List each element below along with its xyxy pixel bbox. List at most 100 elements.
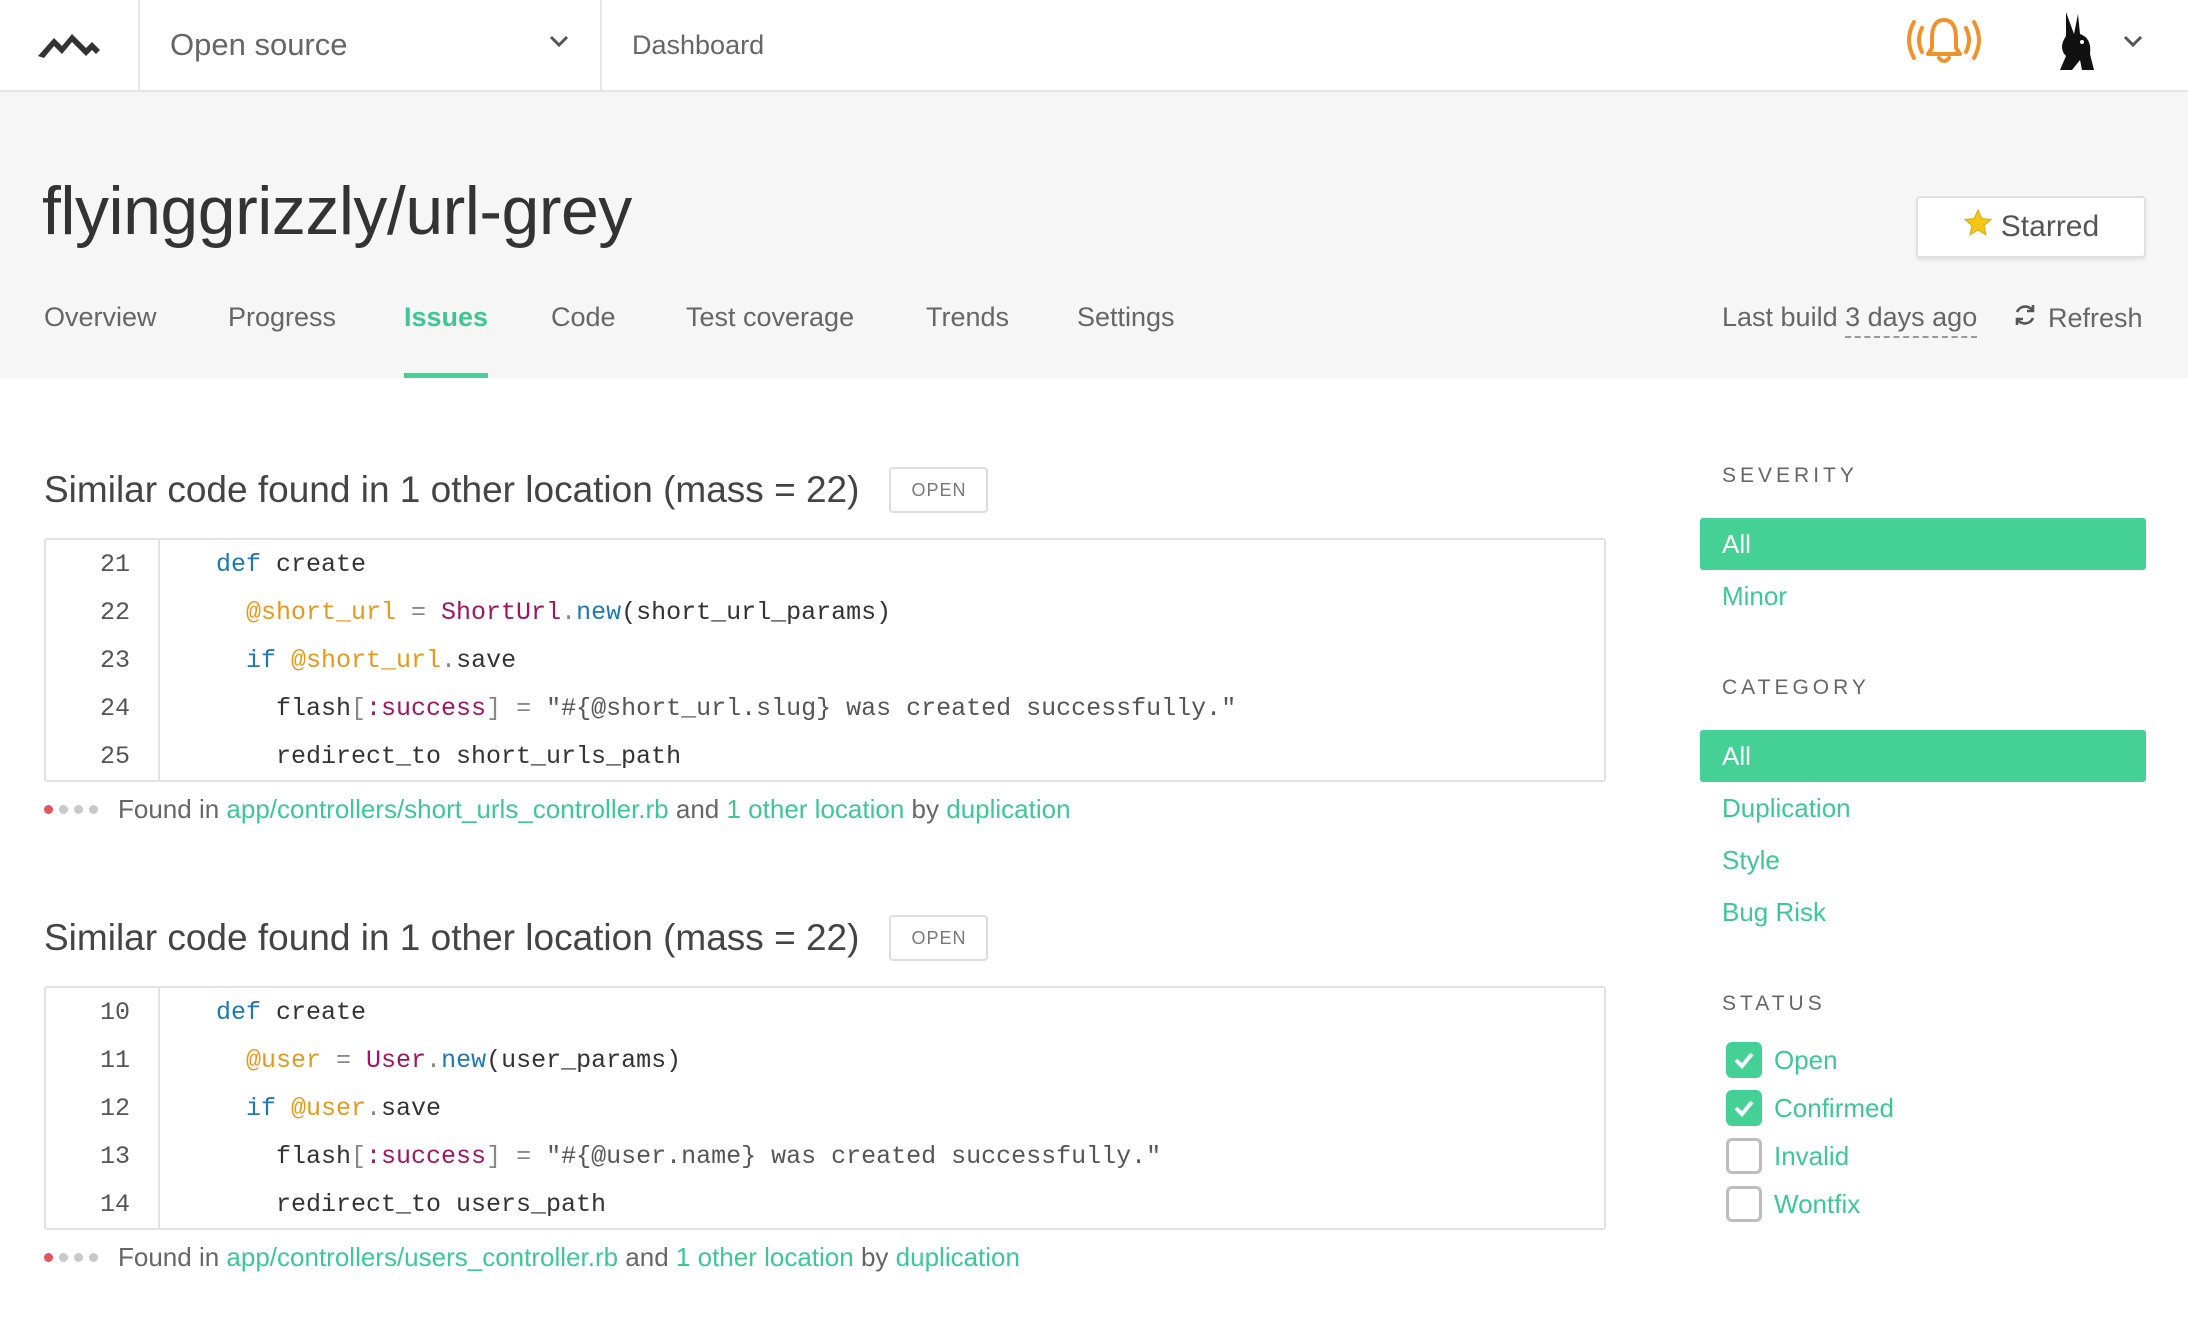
severity-filter-minor[interactable]: Minor xyxy=(1700,570,2146,622)
line-number-gutter: 21 22 23 24 25 xyxy=(46,540,160,780)
line-number: 12 xyxy=(99,1094,130,1123)
code-operator: ] = xyxy=(486,1142,547,1171)
status-label: Wontfix xyxy=(1774,1188,1861,1219)
file-link[interactable]: app/controllers/short_urls_controller.rb xyxy=(226,794,668,825)
user-menu-chevron-icon[interactable] xyxy=(2122,30,2144,57)
code-class: User xyxy=(366,1046,427,1075)
found-in-label: Found in xyxy=(118,794,220,824)
other-location-link[interactable]: 1 other location xyxy=(676,1242,854,1273)
code-snippet: 21 22 23 24 25 def create @short_url = S… xyxy=(44,538,1606,782)
code-snippet: 10 11 12 13 14 def create @user = User.n… xyxy=(44,986,1606,1230)
category-filter-duplication[interactable]: Duplication xyxy=(1700,782,2146,834)
category-filter-bug-risk[interactable]: Bug Risk xyxy=(1700,886,2146,938)
organization-select[interactable]: Open source xyxy=(140,0,602,90)
status-heading: STATUS xyxy=(1722,992,1826,1015)
code-text: create xyxy=(261,998,367,1027)
code-line: flash[:success] = "#{@short_url.slug} wa… xyxy=(276,694,1236,723)
last-build: Last build 3 days ago xyxy=(1722,302,1978,338)
line-number: 23 xyxy=(99,646,130,675)
tab-test-coverage[interactable]: Test coverage xyxy=(686,292,854,378)
tab-trends[interactable]: Trends xyxy=(926,292,1009,378)
category-link[interactable]: duplication xyxy=(896,1242,1020,1273)
code-symbol: :success xyxy=(366,694,487,723)
found-in-label: Found in xyxy=(118,1242,220,1272)
code-operator: ] = xyxy=(486,694,547,723)
code-symbol: :success xyxy=(366,1142,487,1171)
code-text: (short_url_params) xyxy=(621,598,892,627)
check-icon xyxy=(1734,1052,1754,1069)
category-link[interactable]: duplication xyxy=(946,794,1070,825)
code-line: redirect_to short_urls_path xyxy=(276,742,681,771)
checkbox-unchecked[interactable] xyxy=(1726,1186,1762,1222)
line-number: 24 xyxy=(99,694,130,723)
tab-settings[interactable]: Settings xyxy=(1077,292,1175,378)
code-dot: . xyxy=(561,598,577,627)
repo-tabs: Overview Progress Issues Code Test cover… xyxy=(0,292,1300,378)
status-filter-wontfix[interactable]: Wontfix xyxy=(1726,1186,1860,1222)
code-operator: = xyxy=(396,598,442,627)
dashboard-link[interactable]: Dashboard xyxy=(632,0,764,90)
logo-icon[interactable] xyxy=(0,0,140,90)
line-number: 13 xyxy=(99,1142,130,1171)
tab-issues[interactable]: Issues xyxy=(404,292,489,378)
severity-dot xyxy=(44,1253,53,1262)
code-string: "#{@short_url.slug} was created successf… xyxy=(546,694,1237,723)
issue-card: Similar code found in 1 other location (… xyxy=(44,912,1606,1272)
tab-overview[interactable]: Overview xyxy=(44,292,157,378)
severity-dot xyxy=(74,805,83,814)
tab-code[interactable]: Code xyxy=(551,292,616,378)
checkbox-unchecked[interactable] xyxy=(1726,1138,1762,1174)
issue-title-text: Similar code found in 1 other location (… xyxy=(44,469,860,510)
status-filter-open[interactable]: Open xyxy=(1726,1042,1838,1078)
issue-title[interactable]: Similar code found in 1 other location (… xyxy=(44,464,1606,516)
status-label: Invalid xyxy=(1774,1140,1850,1171)
line-number-gutter: 10 11 12 13 14 xyxy=(46,988,160,1228)
severity-dot xyxy=(59,1253,68,1262)
code-method: new xyxy=(441,1046,487,1075)
last-build-label: Last build xyxy=(1722,302,1838,332)
category-filter-style[interactable]: Style xyxy=(1700,834,2146,886)
bell-icon[interactable] xyxy=(1902,14,1986,71)
code-keyword: if xyxy=(246,646,277,675)
tab-progress[interactable]: Progress xyxy=(228,292,336,378)
chevron-down-icon xyxy=(548,30,570,57)
refresh-button[interactable]: Refresh xyxy=(2012,302,2143,335)
code-operator: [ xyxy=(351,1142,367,1171)
checkbox-checked[interactable] xyxy=(1726,1090,1762,1126)
other-location-link[interactable]: 1 other location xyxy=(727,794,905,825)
code-ivar: @short_url xyxy=(276,646,442,675)
status-filter-invalid[interactable]: Invalid xyxy=(1726,1138,1849,1174)
issue-title-text: Similar code found in 1 other location (… xyxy=(44,917,860,958)
code-text: redirect_to short_urls_path xyxy=(276,742,682,771)
severity-filter-all[interactable]: All xyxy=(1700,518,2146,570)
star-icon xyxy=(1963,208,1993,246)
status-label: Confirmed xyxy=(1774,1092,1894,1123)
checkbox-checked[interactable] xyxy=(1726,1042,1762,1078)
status-label: Open xyxy=(1774,1044,1838,1075)
severity-heading: SEVERITY xyxy=(1722,464,1858,487)
code-ivar: @short_url xyxy=(246,598,397,627)
severity-dot xyxy=(59,805,68,814)
check-icon xyxy=(1734,1100,1754,1117)
refresh-icon xyxy=(2012,302,2038,335)
code-line: flash[:success] = "#{@user.name} was cre… xyxy=(276,1142,1161,1171)
starred-button[interactable]: Starred xyxy=(1916,196,2146,258)
issue-title[interactable]: Similar code found in 1 other location (… xyxy=(44,912,1606,964)
code-text: save xyxy=(456,646,517,675)
category-filter-all[interactable]: All xyxy=(1700,730,2146,782)
code-line: redirect_to users_path xyxy=(276,1190,606,1219)
severity-dot xyxy=(44,805,53,814)
avatar-icon[interactable] xyxy=(2052,10,2102,77)
status-filter-confirmed[interactable]: Confirmed xyxy=(1726,1090,1894,1126)
severity-dots xyxy=(44,805,98,814)
status-badge: OPEN xyxy=(889,467,989,513)
code-class: ShortUrl xyxy=(441,598,562,627)
by-label: by xyxy=(911,794,939,824)
file-link[interactable]: app/controllers/users_controller.rb xyxy=(226,1242,618,1273)
last-build-time[interactable]: 3 days ago xyxy=(1845,302,1978,338)
severity-dots xyxy=(44,1253,98,1262)
refresh-label: Refresh xyxy=(2048,303,2143,333)
repo-title: flyinggrizzly/url-grey xyxy=(42,173,632,249)
code-text: flash xyxy=(276,1142,352,1171)
code-line: def create xyxy=(216,998,366,1027)
